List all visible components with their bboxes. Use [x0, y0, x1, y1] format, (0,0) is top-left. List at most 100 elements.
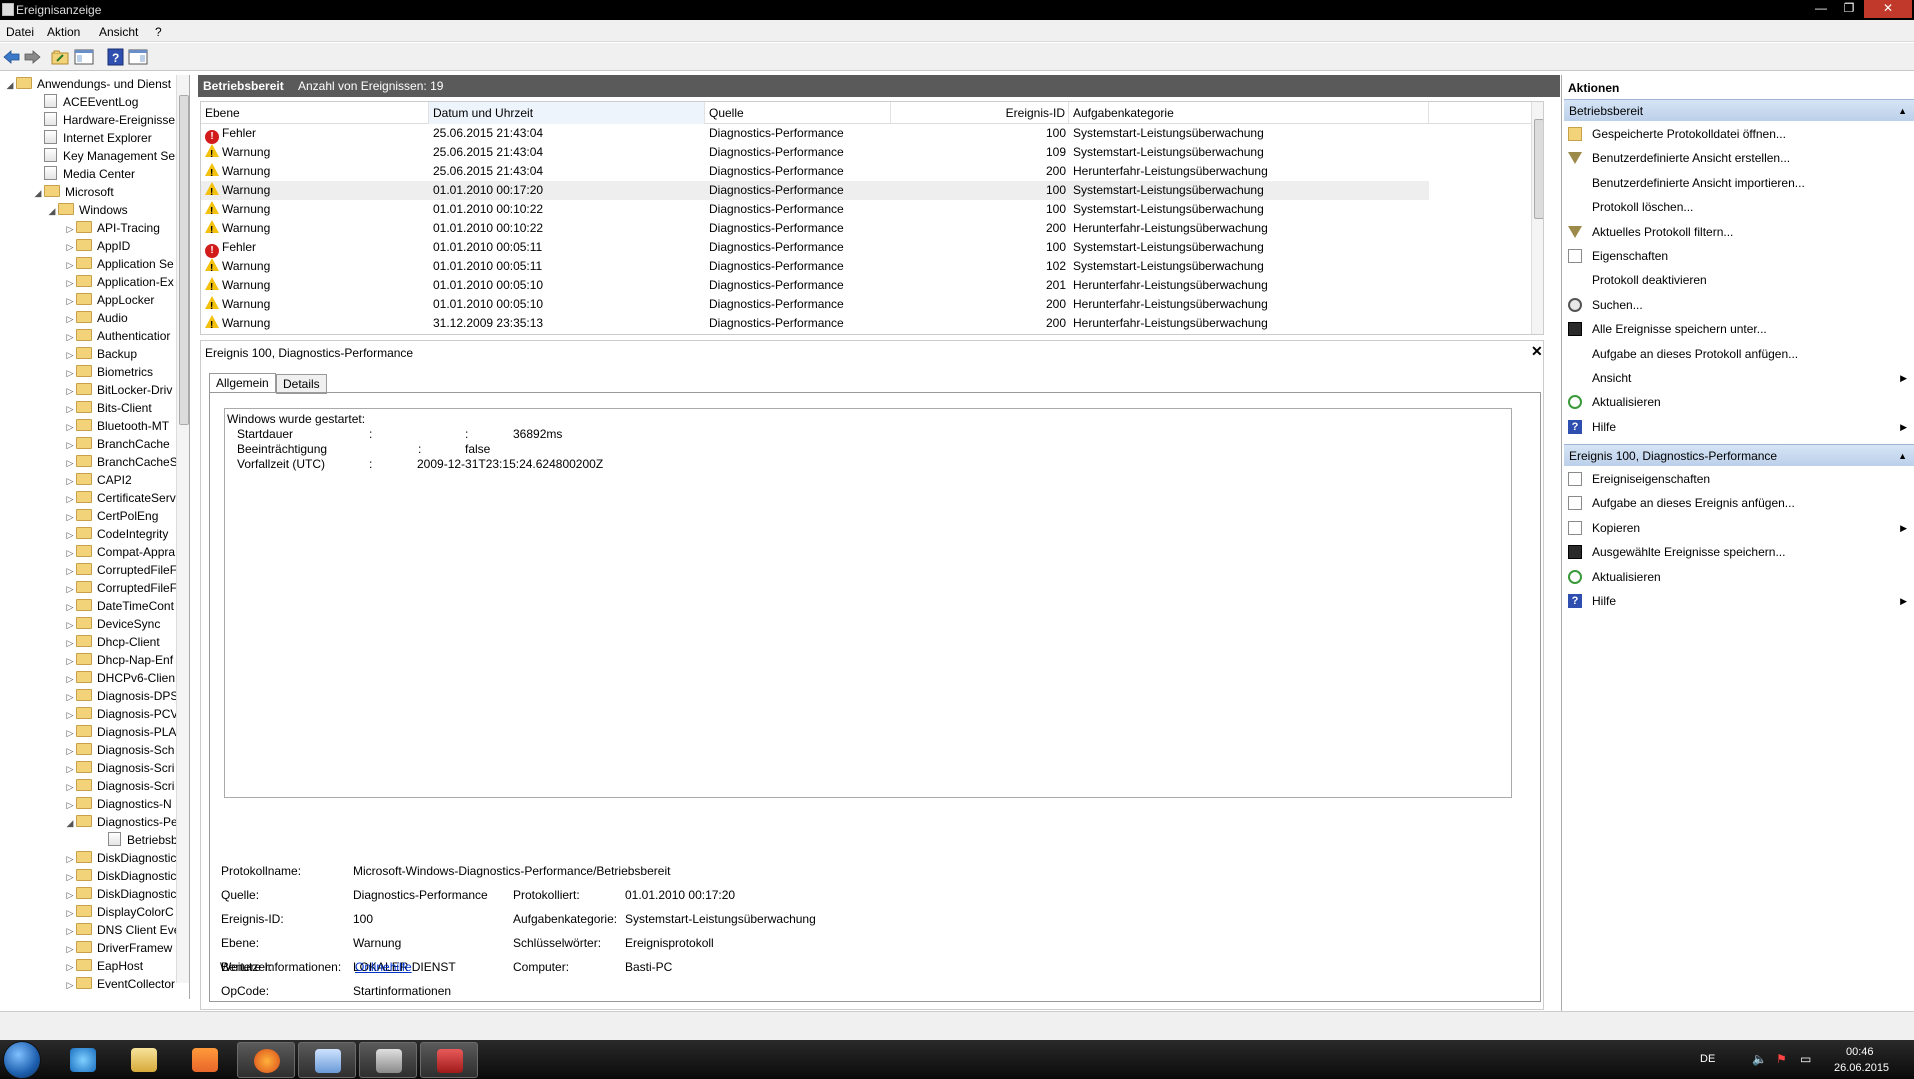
tree-item[interactable]: Key Management Ser: [32, 147, 179, 165]
tree-expander-icon[interactable]: ▷: [64, 958, 76, 976]
tree-item[interactable]: ▷ CertificateServ: [64, 489, 176, 507]
tree-expander-icon[interactable]: ▷: [64, 310, 76, 328]
tree-expander-icon[interactable]: ▷: [64, 868, 76, 886]
action-item[interactable]: Alle Ereignisse speichern unter...: [1564, 317, 1914, 341]
column-header-ereignis-id[interactable]: Ereignis-ID: [891, 102, 1069, 124]
minimize-button[interactable]: —: [1808, 0, 1834, 18]
tree-expander-icon[interactable]: ▷: [64, 328, 76, 346]
action-item[interactable]: Gespeicherte Protokolldatei öffnen...: [1564, 122, 1914, 146]
taskbar-internet-explorer[interactable]: [54, 1042, 112, 1078]
action-item[interactable]: Kopieren ▶: [1564, 516, 1914, 540]
tree-expander-icon[interactable]: ▷: [64, 760, 76, 778]
tree-expander-icon[interactable]: ▷: [64, 544, 76, 562]
event-row[interactable]: Warnung 01.01.2010 00:17:20 Diagnostics-Pe…: [201, 181, 1429, 202]
tree-expander-icon[interactable]: ▷: [64, 580, 76, 598]
action-center-flag-icon[interactable]: ⚑: [1776, 1052, 1787, 1066]
tree-item[interactable]: ▷ DHCPv6-Clien: [64, 669, 175, 687]
tree-item[interactable]: ▷ Backup: [64, 345, 137, 363]
event-row[interactable]: Warnung 01.01.2010 00:10:22 Diagnostics-Pe…: [201, 219, 1429, 240]
language-indicator[interactable]: DE: [1700, 1053, 1715, 1065]
taskbar-control-panel[interactable]: [298, 1042, 356, 1078]
tree-expander-icon[interactable]: ▷: [64, 976, 76, 994]
tree-item[interactable]: ▷ Compat-Appra: [64, 543, 175, 561]
tree-item[interactable]: ▷ Audio: [64, 309, 128, 327]
tree-item[interactable]: ▷ DisplayColorC: [64, 903, 174, 921]
tree-expander-icon[interactable]: ▷: [64, 706, 76, 724]
event-row[interactable]: Warnung 25.06.2015 21:43:04 Diagnostics-Pe…: [201, 143, 1429, 164]
event-row[interactable]: Warnung 31.12.2009 23:35:13 Diagnostics-Pe…: [201, 314, 1429, 334]
tree-item[interactable]: ▷ DNS Client Eve: [64, 921, 180, 939]
event-description[interactable]: Windows wurde gestartet: Startdauer : : …: [224, 408, 1512, 798]
tab-allgemein[interactable]: Allgemein: [209, 373, 276, 393]
menu-aktion[interactable]: Aktion: [47, 25, 80, 39]
tree-item[interactable]: ▷ BranchCacheS: [64, 453, 178, 471]
tree-item[interactable]: ▷ CorruptedFileF: [64, 579, 177, 597]
tree-item[interactable]: ◢ Windows: [46, 201, 128, 219]
column-header-ebene[interactable]: Ebene: [201, 102, 429, 124]
tree-expander-icon[interactable]: ▷: [64, 724, 76, 742]
tree-item[interactable]: ▷ DriverFramew: [64, 939, 172, 957]
tree-item[interactable]: ◢ Anwendungs- und Dienst: [4, 75, 171, 93]
show-hide-action-pane-icon[interactable]: [128, 48, 148, 66]
tree-item[interactable]: ▷ BranchCache: [64, 435, 170, 453]
tree-expander-icon[interactable]: ▷: [64, 526, 76, 544]
show-hide-tree-icon[interactable]: [74, 48, 94, 66]
tree-item[interactable]: ▷ Dhcp-Client: [64, 633, 160, 651]
tree-item[interactable]: ▷ BitLocker-Driv: [64, 381, 172, 399]
action-item[interactable]: Aktualisieren: [1564, 565, 1914, 589]
tree-item[interactable]: ▷ EventCollector: [64, 975, 175, 993]
menu-help[interactable]: ?: [155, 25, 162, 39]
tree-expander-icon[interactable]: ▷: [64, 436, 76, 454]
tree-item[interactable]: ▷ Authenticatior: [64, 327, 170, 345]
tree-item[interactable]: ▷ Bluetooth-MT: [64, 417, 169, 435]
tree-item[interactable]: ▷ Diagnosis-PLA: [64, 723, 176, 741]
action-item[interactable]: ? Hilfe ▶: [1564, 415, 1914, 439]
tree-item[interactable]: Hardware-Ereignisse: [32, 111, 175, 129]
clock-date[interactable]: 26.06.2015: [1834, 1062, 1889, 1074]
action-item[interactable]: Protokoll deaktivieren: [1564, 268, 1914, 292]
action-item[interactable]: Benutzerdefinierte Ansicht erstellen...: [1564, 146, 1914, 170]
action-item[interactable]: Ereigniseigenschaften: [1564, 467, 1914, 491]
action-item[interactable]: Ausgewählte Ereignisse speichern...: [1564, 540, 1914, 564]
tree-item[interactable]: ▷ CorruptedFileF: [64, 561, 177, 579]
action-item[interactable]: Aktuelles Protokoll filtern...: [1564, 220, 1914, 244]
tree-expander-icon[interactable]: ▷: [64, 472, 76, 490]
menu-ansicht[interactable]: Ansicht: [99, 25, 138, 39]
tree-expander-icon[interactable]: ▷: [64, 850, 76, 868]
taskbar-explorer[interactable]: [115, 1042, 173, 1078]
tree-expander-icon[interactable]: ▷: [64, 562, 76, 580]
event-row[interactable]: Warnung 25.06.2015 21:43:04 Diagnostics-Pe…: [201, 162, 1429, 183]
tree-item[interactable]: ▷ Bits-Client: [64, 399, 152, 417]
tree-expander-icon[interactable]: ▷: [64, 778, 76, 796]
tree-expander-icon[interactable]: ▷: [64, 652, 76, 670]
tree-expander-icon[interactable]: ▷: [64, 364, 76, 382]
taskbar-media-player[interactable]: [176, 1042, 234, 1078]
tree-item[interactable]: ▷ Application-Ex: [64, 273, 174, 291]
event-list-scrollbar[interactable]: [1531, 102, 1543, 334]
tree-expander-icon[interactable]: ▷: [64, 886, 76, 904]
action-item[interactable]: ? Hilfe ▶: [1564, 589, 1914, 613]
section-event[interactable]: Ereignis 100, Diagnostics-Performance ▲: [1564, 444, 1914, 466]
tree-expander-icon[interactable]: ▷: [64, 688, 76, 706]
tree-item[interactable]: ▷ Application Se: [64, 255, 174, 273]
tree-item[interactable]: ▷ AppLocker: [64, 291, 154, 309]
restore-button[interactable]: ❐: [1836, 0, 1862, 18]
tree-expander-icon[interactable]: ▷: [64, 670, 76, 688]
tree-item[interactable]: ▷ DateTimeCont: [64, 597, 174, 615]
column-header-datum[interactable]: Datum und Uhrzeit: [429, 102, 705, 124]
action-item[interactable]: Suchen...: [1564, 293, 1914, 317]
tree-item[interactable]: ▷ Dhcp-Nap-Enf: [64, 651, 173, 669]
tree-expander-icon[interactable]: ▷: [64, 796, 76, 814]
tree-item[interactable]: ◢ Diagnostics-Pe: [64, 813, 178, 831]
tree-expander-icon[interactable]: ▷: [64, 742, 76, 760]
tree-item[interactable]: ▷ Diagnostics-N: [64, 795, 172, 813]
tree-expander-icon[interactable]: ◢: [46, 202, 58, 220]
tree-expander-icon[interactable]: ◢: [4, 76, 16, 94]
tree-expander-icon[interactable]: ▷: [64, 346, 76, 364]
action-item[interactable]: Aufgabe an dieses Ereignis anfügen...: [1564, 491, 1914, 515]
action-item[interactable]: Protokoll löschen...: [1564, 195, 1914, 219]
tree-item[interactable]: ▷ CAPI2: [64, 471, 132, 489]
tree-expander-icon[interactable]: ▷: [64, 940, 76, 958]
tree-item[interactable]: ▷ Diagnosis-DPS: [64, 687, 178, 705]
section-betriebsbereit[interactable]: Betriebsbereit ▲: [1564, 99, 1914, 121]
